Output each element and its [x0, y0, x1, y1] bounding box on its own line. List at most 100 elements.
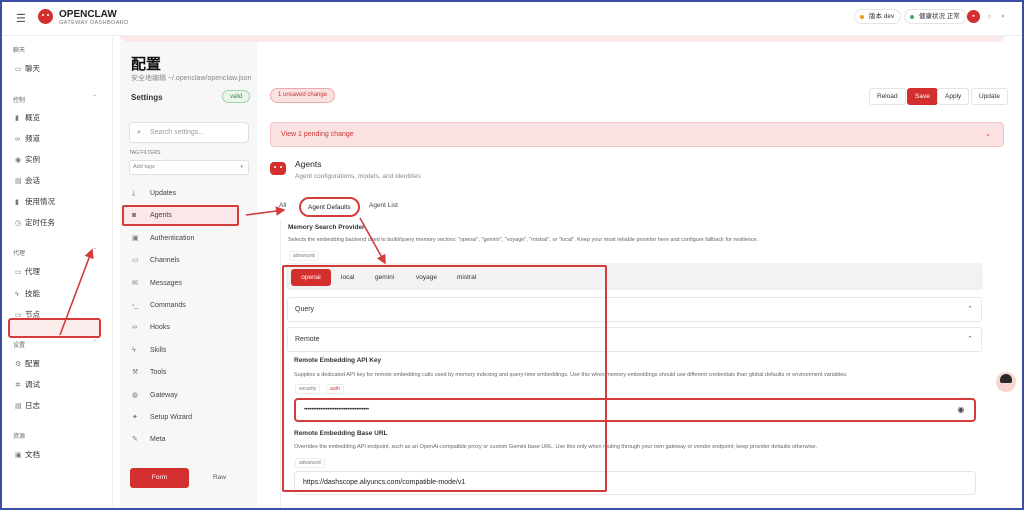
- zap-icon: ϟ: [15, 291, 19, 298]
- moon-icon[interactable]: ◐: [997, 10, 1010, 23]
- pen-icon: ✎: [132, 436, 138, 443]
- provider-mistral[interactable]: mistral: [449, 269, 484, 286]
- provider-openai[interactable]: openai: [291, 269, 331, 286]
- remote-section-header[interactable]: Remote ⌃: [287, 327, 982, 352]
- settings-item-channels[interactable]: ▭ Channels: [132, 254, 244, 268]
- chevron-up-icon[interactable]: ⌃: [92, 339, 97, 346]
- settings-item-commands[interactable]: ›_ Commands: [132, 299, 244, 313]
- nav-item-instances[interactable]: ◉ 实例: [15, 153, 40, 167]
- security-tag: security: [295, 384, 321, 394]
- nav-item-nodes[interactable]: ▭ 节点: [15, 308, 40, 322]
- tab-all[interactable]: All: [272, 197, 293, 217]
- health-pill: 健康状况 正常: [904, 9, 967, 24]
- base-url-description: Overrides the embedding API endpoint, su…: [294, 444, 818, 450]
- unsaved-badge: 1 unsaved change: [270, 88, 336, 103]
- chevron-up-icon: ⌃: [967, 336, 973, 343]
- nav-item-sessions[interactable]: ▤ 会话: [15, 174, 40, 188]
- raw-mode-button[interactable]: Raw: [190, 468, 249, 488]
- chevron-up-icon[interactable]: ⌃: [92, 94, 97, 101]
- file-icon: ▤: [15, 403, 22, 410]
- settings-item-skills[interactable]: ϟ Skills: [132, 344, 244, 358]
- nav-item-chat[interactable]: ▭ 聊天: [15, 62, 40, 76]
- eye-icon[interactable]: ◉: [957, 400, 964, 420]
- gear-icon: ⚙: [15, 361, 22, 368]
- nav-item-cron[interactable]: ◷ 定时任务: [15, 216, 55, 230]
- avatar[interactable]: [996, 372, 1016, 392]
- robot-icon: ◙: [132, 212, 137, 219]
- api-key-title: Remote Embedding API Key: [294, 357, 382, 364]
- wrench-icon: ⚒: [132, 369, 139, 376]
- globe-icon: ◍: [132, 392, 139, 399]
- monitor-icon[interactable]: ▪: [967, 10, 980, 23]
- nav-item-skills[interactable]: ϟ 技能: [15, 287, 40, 301]
- settings-item-tools[interactable]: ⚒ Tools: [132, 366, 244, 380]
- apply-button[interactable]: Apply: [937, 88, 970, 105]
- clock-icon: ◷: [15, 220, 22, 227]
- nav-item-overview[interactable]: ▮ 概览: [15, 111, 40, 125]
- version-pill: 版本 dev: [854, 9, 902, 24]
- nav-item-agents[interactable]: ▭ 代理: [15, 265, 40, 279]
- save-button[interactable]: Save: [907, 88, 938, 105]
- api-key-input[interactable]: •••••••••••••••••••••••••••••••••••• ◉: [294, 398, 976, 422]
- nav-item-usage[interactable]: ▮ 使用情况: [15, 195, 55, 209]
- advanced-tag: advanced: [295, 458, 325, 468]
- auth-tag: auth: [326, 384, 344, 394]
- page-title: 配置: [131, 56, 162, 73]
- nav-section-control: 控制: [13, 98, 26, 104]
- settings-item-agents[interactable]: ◙ Agents: [132, 209, 244, 223]
- nav-item-debug[interactable]: ✲ 调试: [15, 378, 40, 392]
- pending-changes-bar[interactable]: View 1 pending change ⌄: [270, 122, 1004, 147]
- bar-chart-icon: ▮: [15, 199, 19, 206]
- brand-title: OPENCLAW: [59, 9, 117, 20]
- update-button[interactable]: Update: [971, 88, 1008, 105]
- bar-chart-icon: ▮: [15, 115, 19, 122]
- tab-agent-defaults[interactable]: Agent Defaults: [299, 197, 360, 217]
- nav-section-resources: 资源: [13, 434, 26, 440]
- chevron-up-icon[interactable]: ⌃: [92, 247, 97, 254]
- valid-badge: valid: [222, 90, 251, 103]
- page-subtitle: 安全地编辑 ~/.openclaw/openclaw.json: [131, 75, 252, 82]
- advanced-tag: advanced: [289, 251, 319, 261]
- chat-icon: ▭: [15, 66, 22, 73]
- lock-icon: ▣: [132, 235, 139, 242]
- menu-icon[interactable]: ☰: [16, 12, 26, 25]
- reload-button[interactable]: Reload: [869, 88, 906, 105]
- chevron-down-icon: ⌄: [985, 131, 991, 138]
- search-input[interactable]: ⌕ Search settings...: [129, 122, 249, 143]
- settings-item-meta[interactable]: ✎ Meta: [132, 433, 244, 447]
- memory-provider-title: Memory Search Provider: [288, 224, 365, 231]
- tab-agent-list[interactable]: Agent List: [362, 197, 405, 217]
- settings-item-authentication[interactable]: ▣ Authentication: [132, 232, 244, 246]
- base-url-title: Remote Embedding Base URL: [294, 430, 388, 437]
- nav-section-agent: 代理: [13, 251, 26, 257]
- provider-gemini[interactable]: gemini: [367, 269, 402, 286]
- settings-item-messages[interactable]: ✉ Messages: [132, 277, 244, 291]
- robot-icon: [270, 162, 286, 175]
- chat-icon: ▭: [132, 257, 139, 264]
- nav-item-docs[interactable]: ▣ 文档: [15, 448, 40, 462]
- nav-item-channels[interactable]: ∞ 频道: [15, 132, 40, 146]
- base-url-input[interactable]: https://dashscope.aliyuncs.com/compatibl…: [294, 471, 976, 495]
- radio-icon: ◉: [15, 157, 22, 164]
- link-icon: ∞: [132, 324, 137, 331]
- agents-title: Agents: [295, 159, 322, 169]
- zap-icon: ϟ: [132, 347, 136, 354]
- provider-voyage[interactable]: voyage: [408, 269, 445, 286]
- sun-icon[interactable]: ☼: [983, 10, 996, 23]
- provider-local[interactable]: local: [333, 269, 362, 286]
- folder-icon: ▭: [15, 269, 22, 276]
- search-icon: ⌕: [137, 129, 141, 136]
- add-tags-select[interactable]: Add tags ▾: [129, 160, 249, 175]
- query-section-header[interactable]: Query ⌃: [287, 297, 982, 322]
- agents-subtitle: Agent configurations, models, and identi…: [295, 173, 421, 180]
- tag-filters-label: TAG FILTERS: [129, 150, 161, 156]
- settings-item-gateway[interactable]: ◍ Gateway: [132, 389, 244, 403]
- settings-item-setup-wizard[interactable]: ✦ Setup Wizard: [132, 411, 244, 425]
- settings-item-updates[interactable]: ⤓ Updates: [132, 187, 244, 201]
- book-icon: ▣: [15, 452, 22, 459]
- form-mode-button[interactable]: Form: [130, 468, 189, 488]
- terminal-icon: ›_: [132, 302, 139, 309]
- nav-item-logs[interactable]: ▤ 日志: [15, 399, 40, 413]
- settings-item-hooks[interactable]: ∞ Hooks: [132, 321, 244, 335]
- nav-item-config[interactable]: ⚙ 配置: [15, 357, 40, 371]
